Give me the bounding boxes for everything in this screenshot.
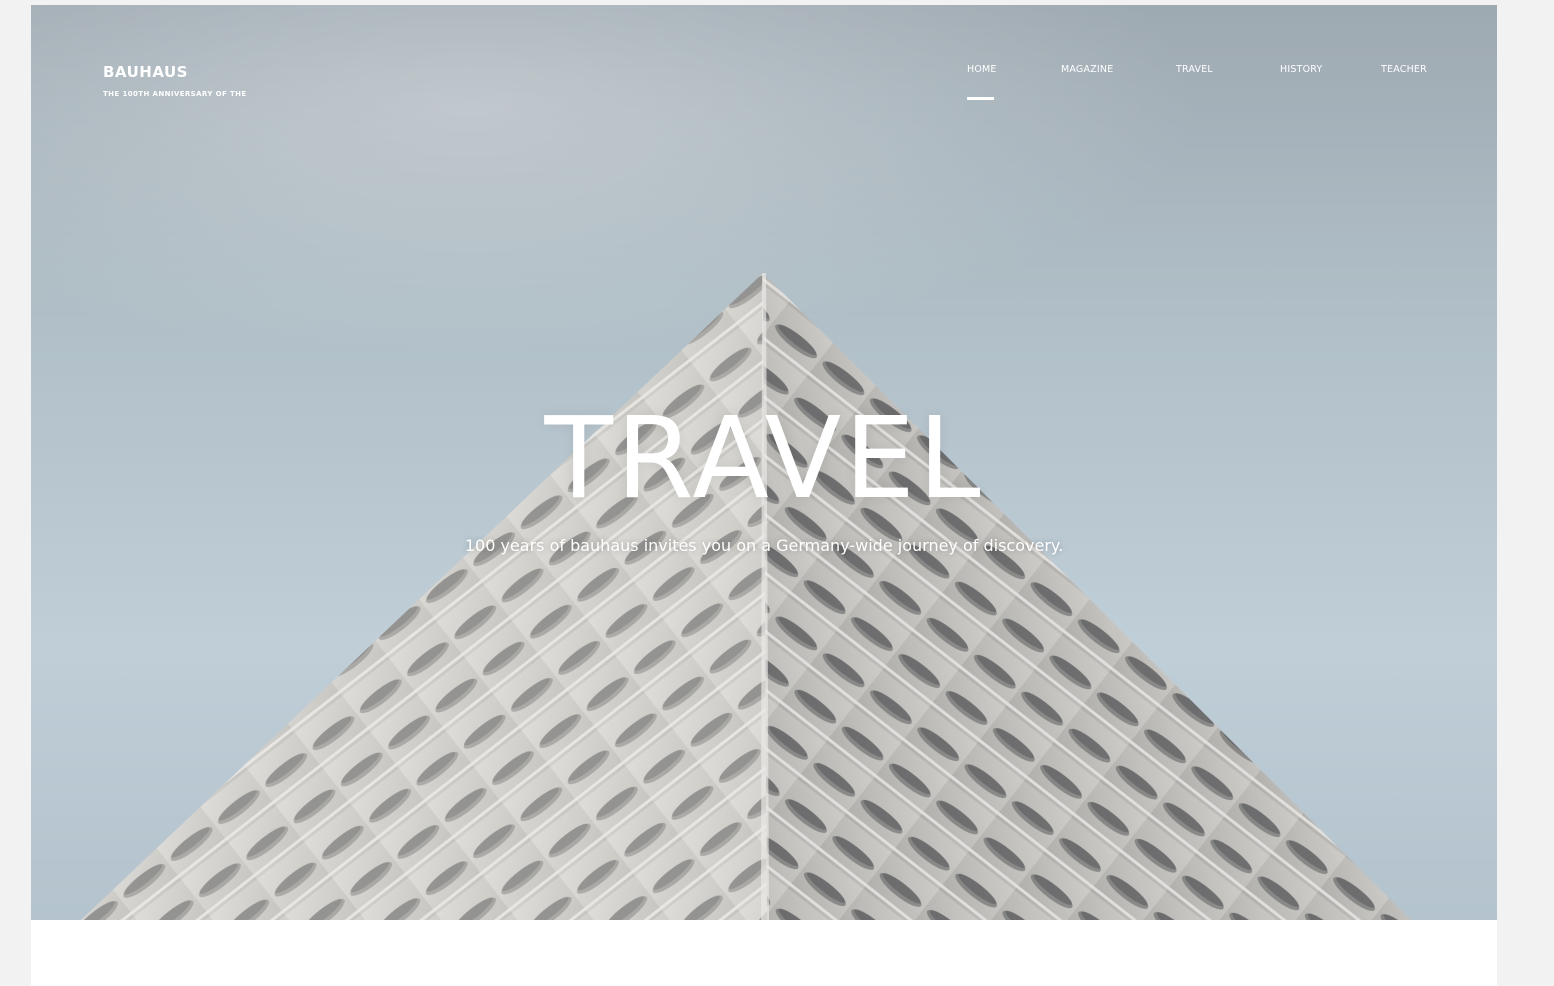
hero-section: BAUHAUS THE 100TH ANNIVERSARY OF THE HOM… xyxy=(31,5,1497,920)
nav-item-label: TEACHER xyxy=(1381,64,1427,75)
nav-item-teacher[interactable]: TEACHER xyxy=(1381,64,1427,76)
nav-item-travel[interactable]: TRAVEL xyxy=(1176,64,1213,76)
main-navigation: HOME MAGAZINE TRAVEL HISTORY TEACHER xyxy=(31,64,1497,104)
nav-item-label: TRAVEL xyxy=(1176,64,1213,75)
active-nav-indicator xyxy=(967,97,994,100)
hero-subtitle: 100 years of bauhaus invites you on a Ge… xyxy=(464,536,1064,555)
page: BAUHAUS THE 100TH ANNIVERSARY OF THE HOM… xyxy=(31,5,1497,986)
nav-item-label: HOME xyxy=(967,64,997,75)
nav-item-home[interactable]: HOME xyxy=(967,64,997,100)
nav-item-label: MAGAZINE xyxy=(1061,64,1114,75)
nav-item-magazine[interactable]: MAGAZINE xyxy=(1061,64,1113,76)
nav-item-label: HISTORY xyxy=(1280,64,1323,75)
nav-item-history[interactable]: HISTORY xyxy=(1280,64,1322,76)
hero-title: TRAVEL xyxy=(544,394,984,524)
